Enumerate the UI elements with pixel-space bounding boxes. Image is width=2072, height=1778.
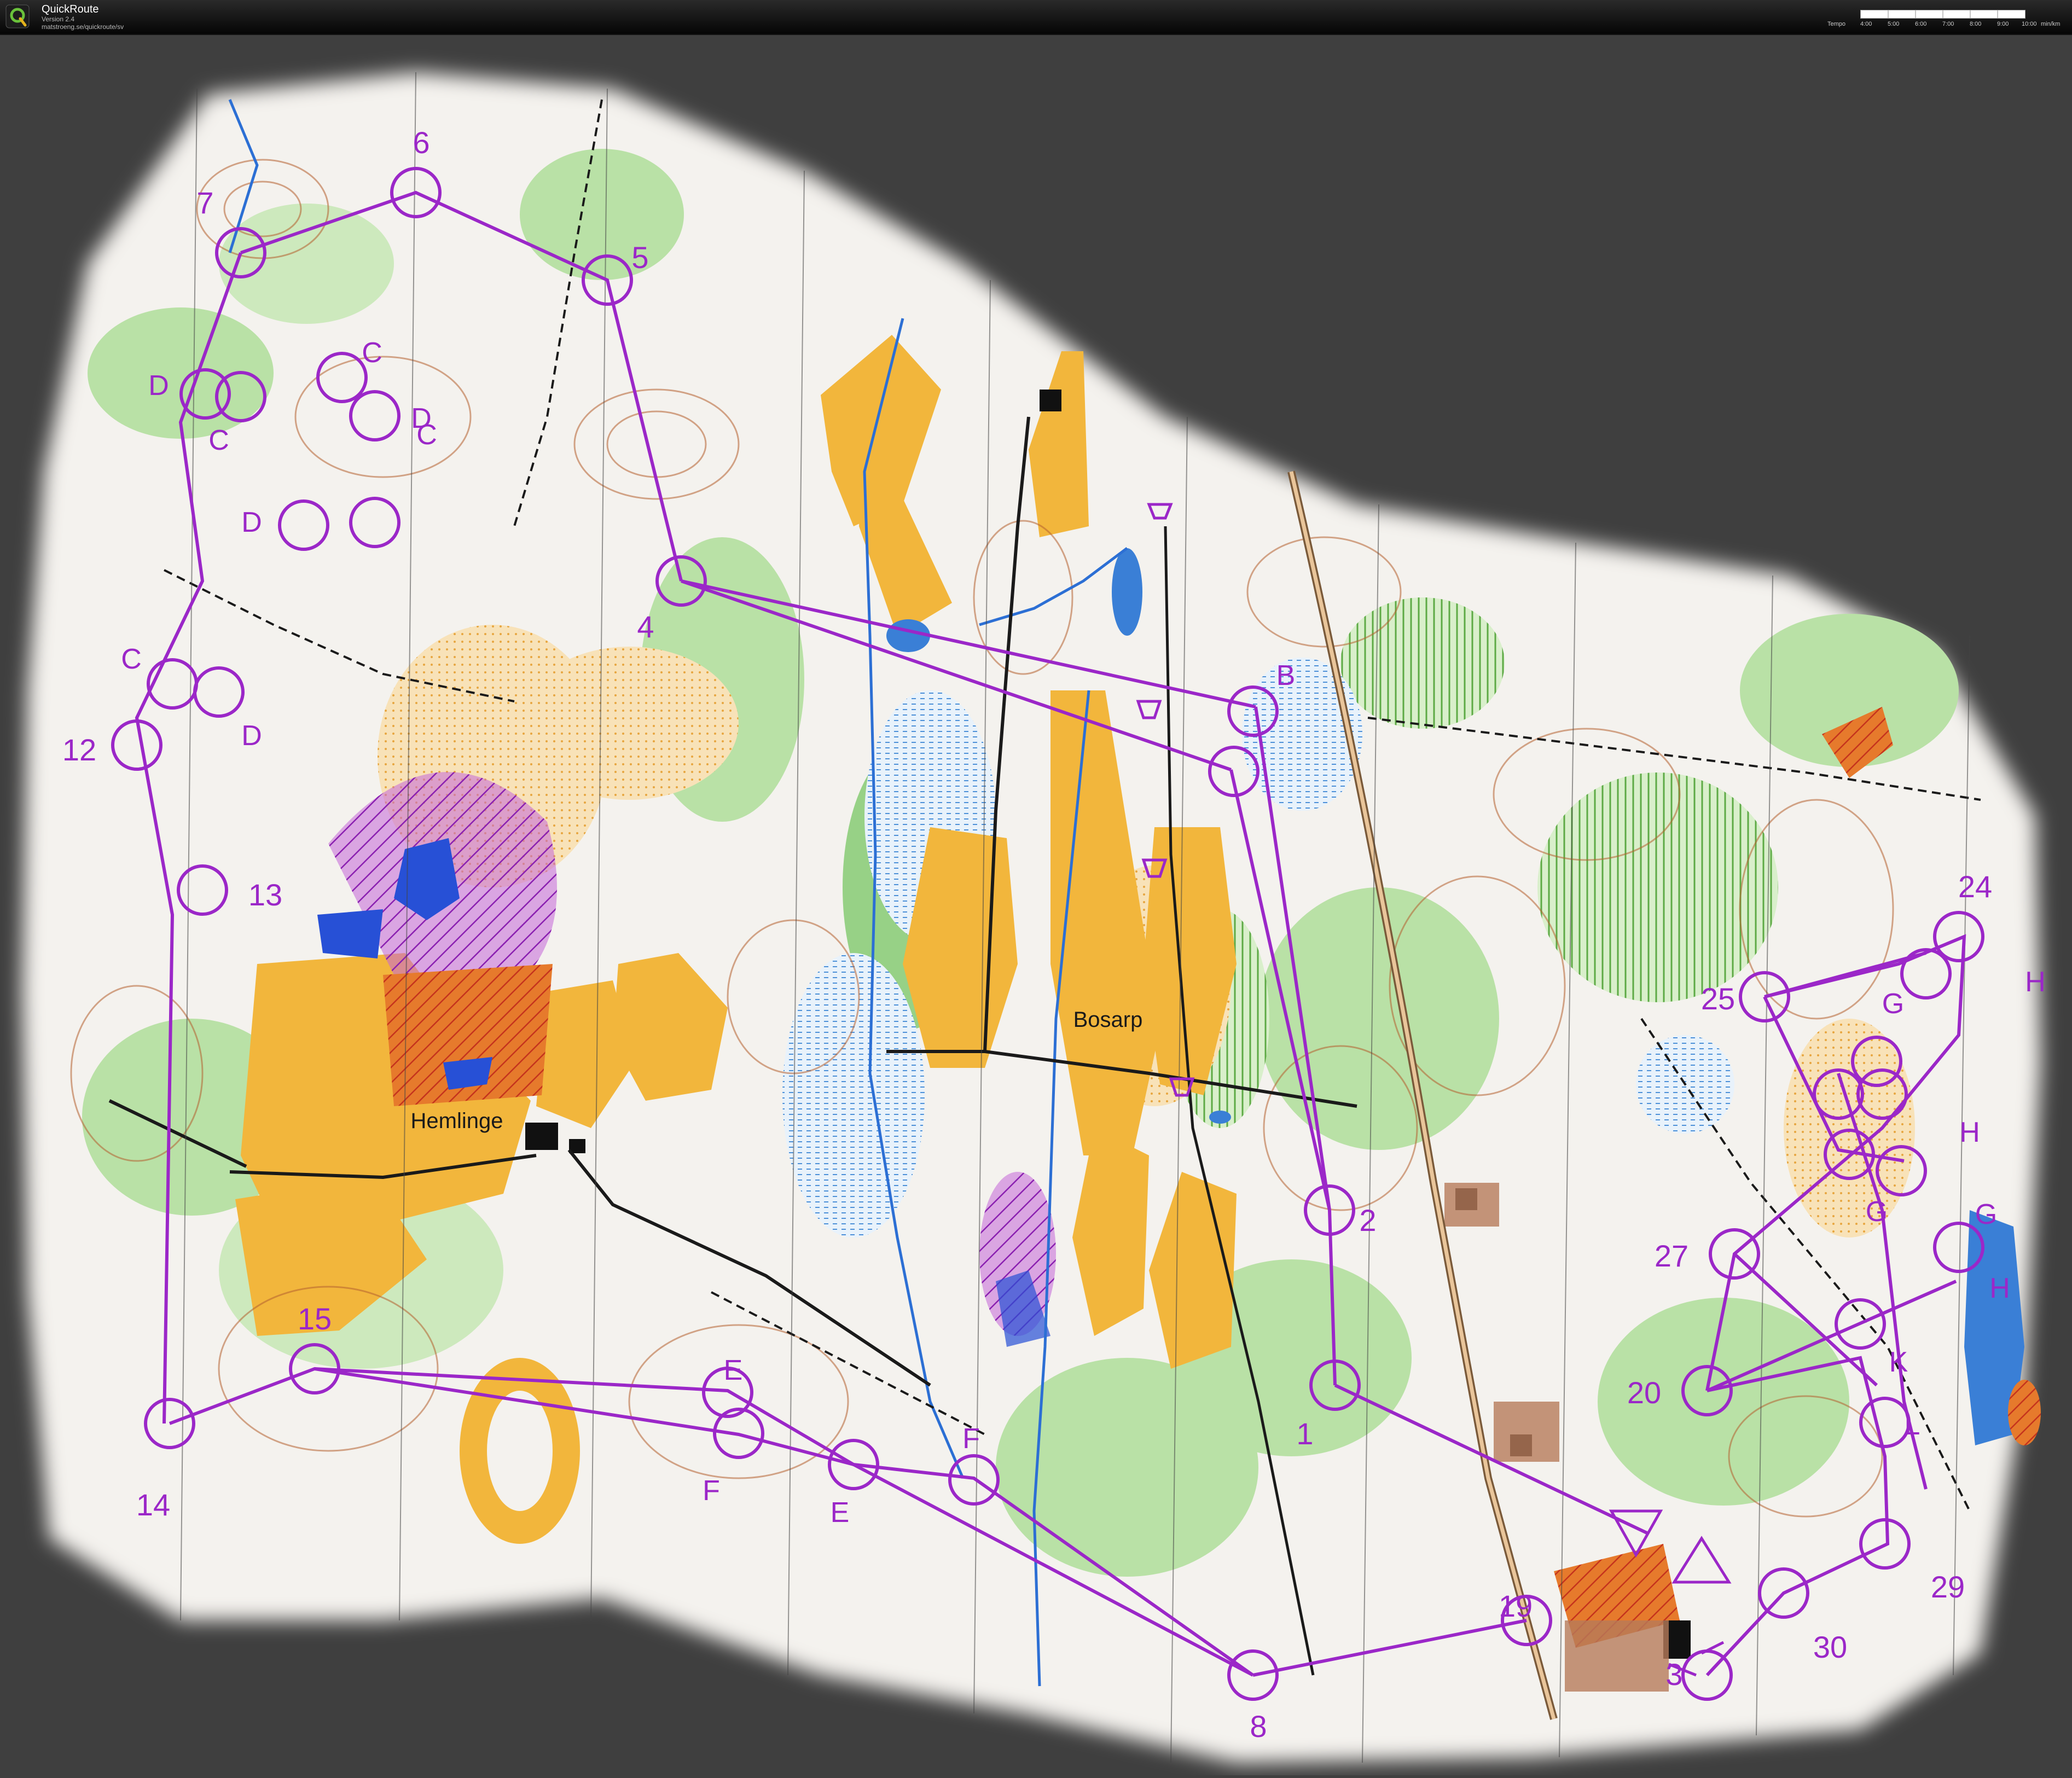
control-number-label: 3: [1665, 1657, 1682, 1692]
tempo-tick-label: 4:00: [1860, 21, 1872, 27]
tempo-tick-label: 5:00: [1888, 21, 1900, 27]
control-number-label: 5: [631, 240, 648, 275]
tempo-ticks: 4:00 5:00 6:00 7:00 8:00 9:00 10:00 min/km: [1827, 21, 2068, 28]
fork-letter-label: F: [962, 1423, 980, 1455]
control-number-label: 12: [62, 733, 96, 767]
fork-letter-label: K: [1889, 1346, 1908, 1378]
fork-letter-label: C: [121, 643, 142, 675]
control-number-label: 14: [136, 1488, 170, 1522]
fork-letter-label: G: [1882, 988, 1904, 1020]
fork-letter-label: G: [1975, 1199, 1997, 1230]
control-number-label: 4: [637, 609, 654, 644]
fork-letter-label: E: [724, 1355, 743, 1386]
control-number-label: 15: [298, 1301, 332, 1336]
quickroute-logo-icon: [5, 4, 30, 28]
control-number-label: 29: [1931, 1570, 1965, 1604]
control-number-label: 2: [1359, 1203, 1376, 1237]
tempo-tick-label: 9:00: [1997, 21, 2009, 27]
tempo-tick-label: 7:00: [1942, 21, 1954, 27]
app-url: matstroeng.se/quickroute/sv: [42, 23, 124, 31]
control-number-label: 8: [1250, 1709, 1267, 1744]
tempo-tick-label: 8:00: [1970, 21, 1982, 27]
fork-letter-label: D: [241, 507, 262, 538]
fork-letter-label: D: [148, 370, 169, 402]
place-name-label: Bosarp: [1073, 1008, 1143, 1032]
tempo-tick-label: 6:00: [1915, 21, 1927, 27]
fork-letter-label: H: [1959, 1117, 1980, 1148]
fork-letter-label: H: [1989, 1273, 2010, 1304]
tempo-unit-label: min/km: [2041, 21, 2061, 27]
tempo-scale: Tempo 4:00 5:00 6:00 7:00 8:00 9:00 10:00 min/k…: [1827, 8, 2068, 30]
fork-letter-label: G: [1866, 1196, 1888, 1228]
app-version: Version 2.4: [42, 15, 75, 23]
title-bar: QuickRoute Version 2.4 matstroeng.se/qui…: [0, 0, 2072, 35]
control-number-label: 6: [413, 125, 430, 160]
control-number-label: 7: [196, 185, 213, 220]
fork-letter-label: C: [208, 425, 229, 456]
map-canvas[interactable]: 123456781213141519202425272930 BCCCCDDDD…: [0, 34, 2072, 1775]
control-number-label: 20: [1627, 1375, 1661, 1410]
fork-letter-label: C: [362, 337, 382, 369]
fork-letter-label: E: [831, 1497, 850, 1529]
fork-letter-label: H: [2025, 966, 2046, 998]
fork-letter-label: D: [241, 720, 262, 752]
fork-letter-label: B: [1276, 660, 1296, 692]
fork-letter-label: L: [1905, 1409, 1920, 1441]
control-number-label: 27: [1655, 1239, 1688, 1273]
control-number-label: 19: [1499, 1589, 1533, 1623]
control-number-label: 1: [1296, 1416, 1313, 1451]
tempo-gradient-bar: [1860, 10, 2025, 19]
tempo-tick-label: 10:00: [2022, 21, 2037, 27]
fork-letter-label: F: [703, 1475, 720, 1507]
control-number-label: 30: [1813, 1630, 1847, 1664]
control-number-label: 13: [248, 878, 282, 912]
fork-letter-label: D: [411, 403, 432, 434]
place-name-label: Hemlinge: [411, 1109, 503, 1133]
control-number-label: 25: [1701, 981, 1735, 1016]
control-number-label: 24: [1958, 869, 1992, 904]
orienteering-map[interactable]: 1 2 3 4 5 6 7 8 12 13 14 15 19 20 24 25 27 29 30 BCCCCDDDD…: [0, 34, 2072, 1775]
app-name: QuickRoute: [42, 3, 99, 15]
